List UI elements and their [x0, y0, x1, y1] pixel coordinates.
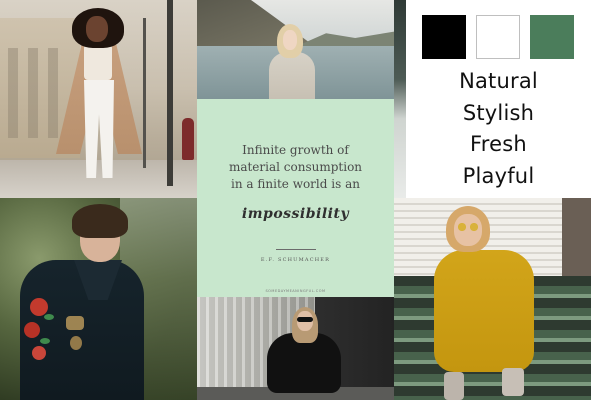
boot: [444, 372, 464, 400]
sunglasses: [297, 317, 313, 322]
street-pole: [143, 18, 146, 168]
moodboard: Natural Stylish Fresh Playful Infinite g…: [0, 0, 591, 400]
photo-man-embroidered-jacket: [0, 198, 197, 400]
quote-site: SOMEDAYMEANINGFUL.COM: [265, 289, 326, 293]
embroidered-rose: [30, 298, 48, 316]
embroidered-rose: [32, 346, 46, 360]
hair: [72, 204, 128, 238]
jacket-patch: [70, 336, 82, 350]
swatch-white: [476, 15, 520, 59]
keyword: Stylish: [462, 100, 535, 125]
swatch-green: [530, 15, 574, 59]
quote-author: E.F. SCHUMACHER: [260, 257, 331, 263]
photo-woman-camel-coat: [0, 0, 197, 198]
quote-line: in a finite world is an: [231, 177, 360, 191]
quote-card: Infinite growth of material consumption …: [197, 99, 394, 297]
keyword-list: Natural Stylish Fresh Playful: [406, 66, 591, 192]
photo-woman-mustard-dress: [394, 198, 591, 400]
swatch-black: [422, 15, 466, 59]
sunglasses: [456, 223, 480, 231]
boot: [502, 368, 524, 396]
face: [283, 30, 297, 50]
divider: [276, 249, 316, 250]
embroidered-leaf: [40, 338, 50, 344]
jacket: [269, 52, 315, 99]
quote-line: material consumption: [228, 160, 363, 174]
far-shore: [297, 31, 394, 46]
quote-text: Infinite growth of material consumption …: [197, 142, 394, 193]
quote-emphasis: impossibility: [241, 206, 350, 222]
jacket-patch: [66, 316, 84, 330]
keyword: Natural: [459, 69, 538, 93]
palette-panel: Natural Stylish Fresh Playful: [406, 0, 591, 198]
keyword: Playful: [462, 163, 535, 188]
quote-line: Infinite growth of: [242, 143, 349, 157]
photo-woman-by-lake: [197, 0, 394, 99]
brick-wall: [562, 198, 591, 276]
face: [86, 16, 108, 42]
mustard-dress: [434, 250, 534, 372]
embroidered-leaf: [44, 314, 54, 320]
white-top: [84, 44, 112, 80]
background-person: [182, 118, 194, 160]
photo-edge-strip: [394, 0, 406, 198]
photo-woman-black-outfit: [197, 297, 394, 400]
keyword: Fresh: [470, 132, 527, 156]
embroidered-rose: [24, 322, 40, 338]
street-pole: [167, 0, 173, 186]
